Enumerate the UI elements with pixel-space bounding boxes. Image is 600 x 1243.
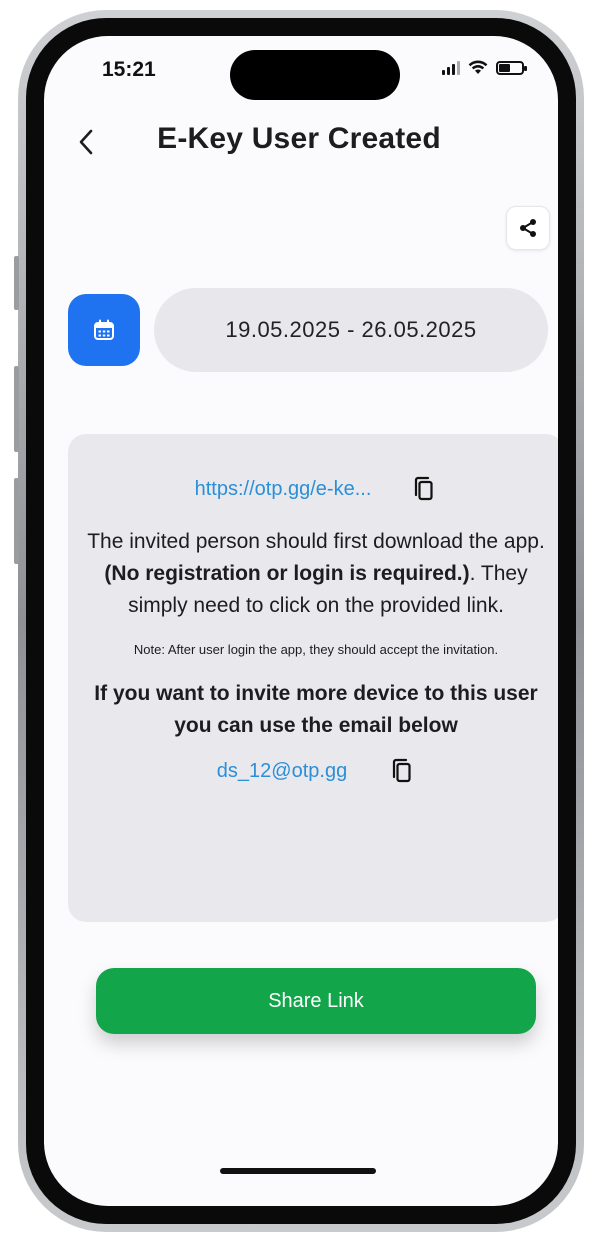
share-icon <box>520 219 536 237</box>
share-icon-button[interactable] <box>506 206 550 250</box>
side-button-volume-down <box>14 478 19 564</box>
chevron-left-icon <box>79 129 93 155</box>
instructions-part1: The invited person should first download… <box>87 530 545 553</box>
status-icons <box>442 60 527 75</box>
battery-icon <box>496 60 527 75</box>
wifi-icon <box>468 60 488 74</box>
instructions-text: The invited person should first download… <box>86 526 546 622</box>
status-time: 15:21 <box>102 58 156 81</box>
dynamic-island <box>230 50 400 100</box>
invite-link-row: https://otp.gg/e-ke... <box>86 474 546 504</box>
calendar-icon <box>94 319 114 340</box>
app-screen: 15:21 E-Key User Created 19.05.2025 - 26… <box>44 36 558 1206</box>
invite-more-heading: If you want to invite more device to thi… <box>94 682 538 737</box>
user-email[interactable]: ds_12@otp.gg <box>217 760 347 783</box>
invitation-info-card: https://otp.gg/e-ke... The invited perso… <box>68 434 558 922</box>
side-button-volume-up <box>14 366 19 452</box>
email-row: ds_12@otp.gg <box>86 756 546 786</box>
page-title: E-Key User Created <box>157 122 441 155</box>
copy-icon <box>393 758 411 783</box>
date-range-value: 19.05.2025 - 26.05.2025 <box>225 317 477 342</box>
back-button[interactable] <box>66 122 106 162</box>
copy-link-button[interactable] <box>409 474 437 504</box>
copy-email-button[interactable] <box>387 756 415 786</box>
home-indicator[interactable] <box>220 1168 376 1174</box>
side-button-silent <box>14 256 19 310</box>
invite-link[interactable]: https://otp.gg/e-ke... <box>195 478 372 501</box>
cellular-signal-icon <box>442 60 460 75</box>
note-text: Note: After user login the app, they sho… <box>133 642 499 657</box>
calendar-button[interactable] <box>68 294 140 366</box>
instructions-bold: (No registration or login is required.) <box>104 562 470 585</box>
copy-icon <box>415 476 433 501</box>
date-range-field[interactable]: 19.05.2025 - 26.05.2025 <box>154 288 548 372</box>
share-link-button[interactable]: Share Link <box>96 968 536 1034</box>
